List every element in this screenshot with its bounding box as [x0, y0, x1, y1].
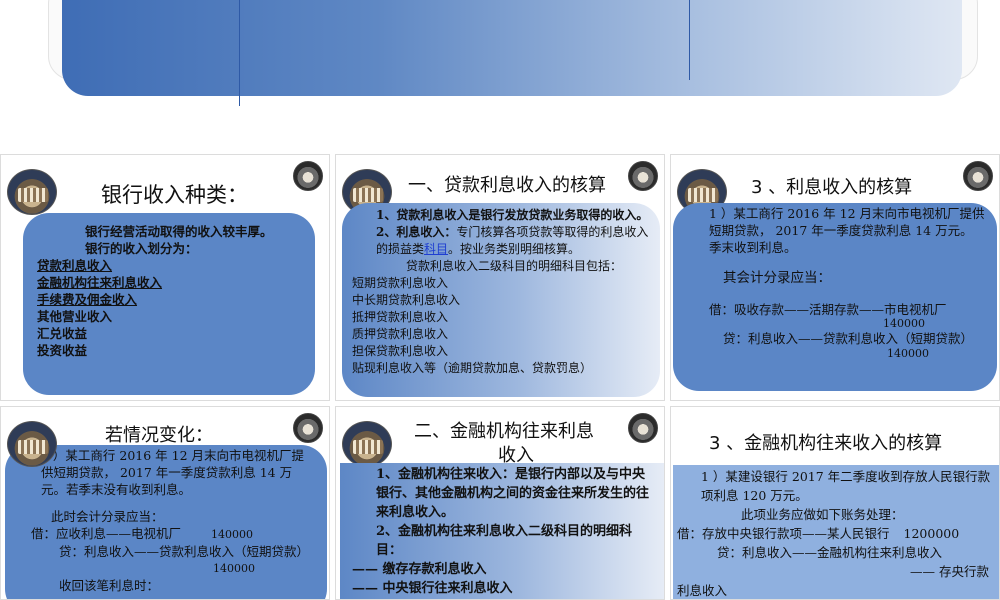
list-item: 手续费及佣金收入	[37, 292, 138, 307]
banner-divider	[689, 0, 690, 80]
paragraph: 1、贷款利息收入是银行发放贷款业务取得的收入。	[376, 208, 649, 222]
slide-thumbnail-4[interactable]: 2 ）某工商行 2016 年 12 月末向市电视机厂提供短期贷款， 2017 年…	[0, 406, 330, 600]
entry-debit: 借：存放中央银行款项——某人民银行 1200000	[677, 524, 995, 543]
entry-debit-text: 借：应收利息——电视机厂	[31, 526, 182, 541]
camera-emblem-icon	[628, 161, 658, 191]
list-item: 其他营业收入	[37, 309, 113, 324]
intro-line: 银行的收入划分为：	[85, 241, 198, 256]
list-item: 质押贷款利息收入	[352, 327, 449, 341]
slide-title: 若情况变化：	[105, 425, 213, 446]
list-item: —— 缴存存款利息收入	[352, 562, 487, 577]
content-panel: 1 ）某工商行 2016 年 12 月末向市电视机厂提供短期贷款， 2017 年…	[673, 203, 997, 391]
paragraph: 2 ）某工商行 2016 年 12 月末向市电视机厂提供短期贷款， 2017 年…	[41, 448, 305, 497]
paragraph: 此时会计分录应当：	[51, 509, 164, 524]
slide-thumbnail-3[interactable]: 3 、利息收入的核算 1 ）某工商行 2016 年 12 月末向市电视机厂提供短…	[670, 154, 1000, 401]
paragraph-text: 。按业务类别明细核算。	[448, 242, 581, 256]
subject-link[interactable]: 科目	[424, 242, 448, 256]
banner-divider	[239, 0, 240, 106]
slide-title: 银行收入种类：	[101, 183, 248, 207]
slide-thumbnail-2[interactable]: 一、贷款利息收入的核算 1、贷款利息收入是银行发放贷款业务取得的收入。 2、利息…	[335, 154, 665, 401]
content-panel: 1 ）某建设银行 2017 年二季度收到存放人民银行款项利息 120 万元。 此…	[673, 465, 999, 599]
entry-amount: 140000	[211, 528, 254, 541]
paragraph: 此项业务应做如下账务处理：	[741, 507, 904, 522]
list-item: 投资收益	[37, 343, 88, 358]
entry-amount: 140000	[883, 317, 925, 330]
slide-thumbnail-1[interactable]: 银行收入种类： 银行经营活动取得的收入较丰厚。 银行的收入划分为： 贷款利息收入…	[0, 154, 330, 401]
paragraph: 收回该笔利息时：	[59, 578, 160, 593]
slide-thumbnail-6[interactable]: 3 、金融机构往来收入的核算 1 ）某建设银行 2017 年二季度收到存放人民银…	[670, 406, 1000, 600]
camera-emblem-icon	[628, 413, 658, 443]
camera-emblem-icon	[293, 161, 323, 191]
paragraph: 1 ）某工商行 2016 年 12 月末向市电视机厂提供短期贷款， 2017 年…	[709, 206, 985, 255]
list-item: 贴现利息收入等（逾期贷款加息、贷款罚息）	[352, 361, 593, 375]
entry-amount: 1200000	[903, 526, 960, 541]
banner-gradient	[62, 0, 962, 96]
list-item: 金融机构往来利息收入	[37, 275, 163, 290]
content-panel: 2 ）某工商行 2016 年 12 月末向市电视机厂提供短期贷款， 2017 年…	[5, 445, 327, 599]
slide-title: 3 、金融机构往来收入的核算	[709, 433, 943, 454]
list-item: 抵押贷款利息收入	[352, 310, 449, 324]
content-panel: 银行经营活动取得的收入较丰厚。 银行的收入划分为： 贷款利息收入 金融机构往来利…	[23, 213, 315, 395]
list-item: 担保贷款利息收入	[352, 344, 449, 358]
slide-title: 3 、利息收入的核算	[751, 177, 913, 198]
slide-title: 一、贷款利息收入的核算	[408, 175, 606, 196]
list-item: 汇兑收益	[37, 326, 88, 341]
slide-title: 二、金融机构往来利息	[414, 421, 594, 442]
intro-line: 银行经营活动取得的收入较丰厚。	[85, 224, 273, 239]
paragraph: 2、金融机构往来利息收入二级科目的明细科目：	[376, 524, 633, 558]
top-banner-area	[0, 0, 1000, 152]
paragraph: 2、利息收入：专门核算各项贷款等取得的利息收入的损益类科目。按业务类别明细核算。	[352, 224, 650, 258]
entry-amount: 140000	[887, 347, 929, 360]
paragraph: 贷款利息收入二级科目的明细科目包括：	[406, 259, 623, 273]
entry-credit: 贷：利息收入——金融机构往来利息收入	[717, 545, 943, 560]
entry-debit: 借：应收利息——电视机厂 140000	[17, 525, 315, 543]
camera-emblem-icon	[963, 161, 993, 191]
camera-emblem-icon	[293, 413, 323, 443]
building-emblem-icon	[7, 169, 57, 215]
entry-debit: 借：吸收存款——活期存款——市电视机厂	[709, 302, 947, 317]
paragraph: 1、金融机构往来收入：是银行内部以及与中央银行、其他金融机构之间的资金往来所发生…	[376, 467, 650, 520]
list-item: —— 中央银行往来利息收入	[352, 581, 513, 596]
content-panel: 1、贷款利息收入是银行发放贷款业务取得的收入。 2、利息收入：专门核算各项贷款等…	[342, 203, 660, 397]
building-emblem-icon	[7, 421, 57, 467]
paragraph: 利息收入	[677, 583, 728, 598]
entry-amount: 140000	[213, 562, 255, 575]
entry-debit-text: 借：存放中央银行款项——某人民银行	[677, 526, 890, 541]
building-emblem-icon	[342, 421, 392, 467]
paragraph: 1 ）某建设银行 2017 年二季度收到存放人民银行款项利息 120 万元。	[701, 469, 991, 503]
slide-thumbnail-5[interactable]: 二、金融机构往来利息 收入 1、金融机构往来收入：是银行内部以及与中央银行、其他…	[335, 406, 665, 600]
content-panel: 1、金融机构往来收入：是银行内部以及与中央银行、其他金融机构之间的资金往来所发生…	[340, 463, 664, 599]
entry-credit-tail: —— 存央行款	[910, 564, 989, 579]
entry-credit: 贷：利息收入——贷款利息收入（短期贷款）	[723, 331, 974, 346]
list-item: 短期贷款利息收入	[352, 276, 449, 290]
paragraph-heading: 2、利息收入：	[376, 225, 457, 239]
list-item: 中长期贷款利息收入	[352, 293, 461, 307]
paragraph: 其会计分录应当：	[723, 270, 831, 286]
list-item: 贷款利息收入	[37, 258, 113, 273]
entry-credit: 贷：利息收入——贷款利息收入（短期贷款）	[59, 544, 310, 559]
